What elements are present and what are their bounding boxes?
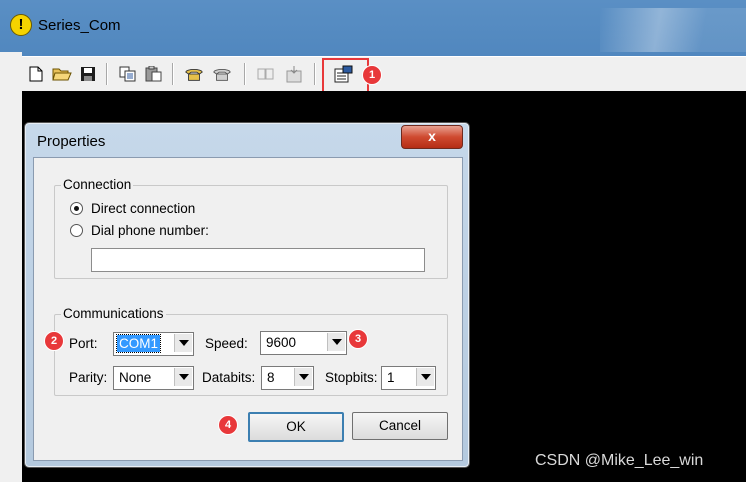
properties-dialog: Properties x Connection Direct connectio… [24, 122, 470, 468]
speed-value: 9600 [266, 335, 297, 350]
speed-label: Speed: [205, 336, 248, 351]
disconnect-icon[interactable] [212, 64, 232, 84]
speed-select[interactable]: 9600 [260, 331, 347, 355]
chevron-down-icon[interactable] [294, 368, 312, 386]
call-icon[interactable] [184, 64, 204, 84]
connection-group: Connection Direct connection Dial phone … [54, 177, 448, 279]
callout-2: 2 [44, 331, 64, 351]
stopbits-label: Stopbits: [325, 370, 378, 385]
open-icon[interactable] [52, 64, 72, 84]
save-icon[interactable] [78, 64, 98, 84]
app-title: Series_Com [38, 17, 121, 34]
dialog-body: Connection Direct connection Dial phone … [33, 157, 463, 461]
close-button[interactable]: x [401, 125, 463, 149]
toolbar-separator [244, 63, 246, 85]
toolbar [22, 56, 746, 92]
phone-number-field[interactable] [91, 248, 425, 272]
callout-1: 1 [362, 65, 382, 85]
warning-icon: ! [10, 14, 32, 36]
port-select[interactable]: COM1 [113, 332, 194, 356]
app-window: ! Series_Com 1 Properties x Connection D… [0, 0, 746, 482]
toolbar-separator [314, 63, 316, 85]
toolbar-separator [106, 63, 108, 85]
communications-group-label: Communications [61, 306, 166, 321]
copy-icon[interactable] [118, 64, 138, 84]
port-label: Port: [69, 336, 98, 351]
dialog-title: Properties [37, 133, 106, 150]
callout-3: 3 [348, 329, 368, 349]
direct-connection-option[interactable]: Direct connection [70, 201, 195, 216]
stopbits-value: 1 [387, 370, 395, 385]
app-titlebar[interactable]: ! Series_Com [0, 0, 746, 52]
dial-phone-label: Dial phone number: [91, 223, 209, 238]
cancel-button[interactable]: Cancel [352, 412, 448, 440]
chevron-down-icon[interactable] [327, 333, 345, 351]
toolbar-separator [172, 63, 174, 85]
direct-connection-label: Direct connection [91, 201, 196, 216]
left-frame-strip [0, 52, 22, 482]
parity-label: Parity: [69, 370, 108, 385]
stopbits-select[interactable]: 1 [381, 366, 436, 390]
dial-phone-option[interactable]: Dial phone number: [70, 223, 209, 238]
connection-group-label: Connection [61, 177, 134, 192]
port-value: COM1 [115, 334, 162, 353]
databits-select[interactable]: 8 [261, 366, 314, 390]
parity-select[interactable]: None [113, 366, 194, 390]
titlebar-glass-decoration [600, 8, 746, 52]
ok-button[interactable]: OK [248, 412, 344, 442]
parity-value: None [119, 370, 152, 385]
radio-unchecked-icon[interactable] [70, 224, 83, 237]
chevron-down-icon[interactable] [174, 334, 192, 352]
radio-checked-icon[interactable] [70, 202, 83, 215]
databits-value: 8 [267, 370, 275, 385]
receive-icon[interactable] [284, 64, 304, 84]
databits-label: Databits: [202, 370, 256, 385]
callout-4: 4 [218, 415, 238, 435]
chevron-down-icon[interactable] [416, 368, 434, 386]
new-icon[interactable] [26, 64, 46, 84]
watermark-text: CSDN @Mike_Lee_win [535, 452, 704, 469]
chevron-down-icon[interactable] [174, 368, 192, 386]
paste-icon[interactable] [144, 64, 164, 84]
communications-group: Communications Port: COM1 Speed: 9600 Pa… [54, 306, 448, 396]
send-icon[interactable] [256, 64, 276, 84]
